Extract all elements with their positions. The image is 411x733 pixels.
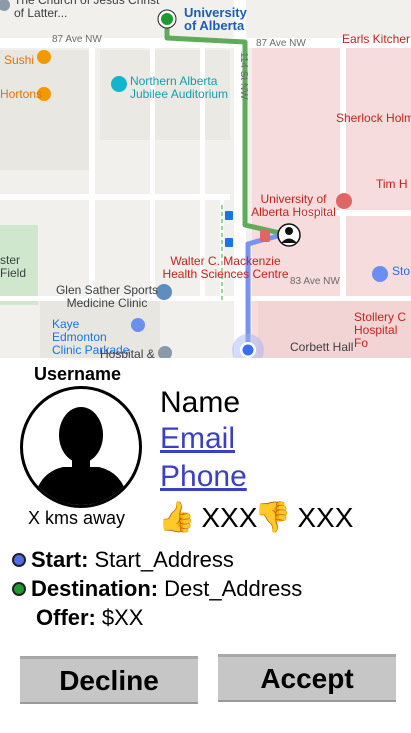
offer-amount: $XX [101, 605, 144, 630]
start-dot-icon [12, 553, 26, 567]
thumbs-down-icon: 👎 [254, 501, 292, 534]
start-label: Start: [31, 547, 89, 572]
likes-count: XXX [201, 501, 258, 533]
destination-row: Destination: Dest_Address [12, 576, 302, 602]
poi-earls: Earls Kitcher [342, 32, 411, 46]
decline-button[interactable]: Decline [20, 656, 198, 704]
avatar [20, 386, 142, 508]
start-row: Start: Start_Address [12, 547, 234, 573]
offer-row: Offer: $XX [36, 605, 143, 631]
start-address: Start_Address [94, 547, 234, 572]
poi-church: The Church of Jesus Christ of Latter... [14, 0, 160, 20]
likes-rating: 👍 XXX [158, 500, 257, 535]
poi-sather: Glen Sather Sports Medicine Clinic [55, 283, 159, 310]
person-silhouette-icon [33, 407, 129, 505]
accept-button[interactable]: Accept [218, 654, 396, 702]
poi-sto: Sto [392, 264, 411, 278]
poi-auditorium: Northern Alberta Jubilee Auditorium [130, 74, 229, 101]
poi-hortons: Hortons [0, 87, 43, 101]
destination-address: Dest_Address [164, 576, 303, 601]
road-87-ave-left: 87 Ave NW [52, 34, 102, 45]
road-83-ave: 83 Ave NW [290, 276, 340, 287]
destination-label: Destination: [31, 576, 159, 601]
dislikes-rating: 👎 XXX [254, 500, 353, 535]
poi-hospital-bottom: Hospital & [100, 347, 155, 359]
poi-hospital: University of Alberta Hospital [251, 192, 336, 219]
route-map[interactable]: The Church of Jesus Christ of Latter... … [0, 0, 411, 358]
poi-sushi: Sushi [4, 53, 35, 67]
dislikes-count: XXX [297, 501, 354, 533]
offer-label: Offer: [36, 605, 96, 630]
rider-name: Name [160, 386, 241, 419]
distance-away: X kms away [28, 508, 126, 528]
rider-username: Username [34, 364, 122, 384]
rider-phone-link[interactable]: Phone [160, 460, 247, 494]
road-114-st: 114 St NW [238, 52, 249, 100]
road-87-ave-right: 87 Ave NW [256, 38, 306, 49]
poi-stollery: Stollery C Hospital Fo [354, 310, 407, 350]
poi-sherlock: Sherlock Holm [336, 111, 411, 125]
poi-university: University of Alberta [184, 5, 247, 33]
poi-field: ster Field [0, 253, 27, 280]
rider-email-link[interactable]: Email [160, 422, 235, 456]
poi-mackenzie: Walter C. Mackenzie Health Sciences Cent… [162, 254, 289, 281]
thumbs-up-icon: 👍 [158, 501, 196, 534]
poi-corbett: Corbett Hall [290, 340, 354, 354]
destination-dot-icon [12, 582, 26, 596]
poi-tim: Tim H [376, 177, 408, 191]
